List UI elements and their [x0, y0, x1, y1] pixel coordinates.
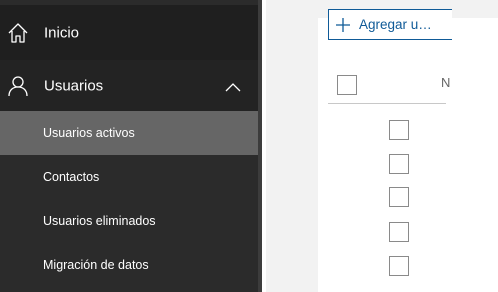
user-icon: [7, 75, 29, 97]
add-user-label: Agregar u…: [359, 17, 432, 32]
sidebar-subitem-contactos[interactable]: Contactos: [0, 155, 258, 199]
row-checkbox[interactable]: [389, 256, 409, 276]
row-checkbox[interactable]: [389, 120, 409, 140]
sidebar-subitem-label: Usuarios activos: [43, 126, 135, 140]
sidebar-subitem-usuarios-activos[interactable]: Usuarios activos: [0, 111, 258, 155]
row-checkbox[interactable]: [389, 154, 409, 174]
row-checkbox[interactable]: [389, 187, 409, 207]
add-user-button[interactable]: Agregar u…: [328, 9, 452, 40]
sidebar-subitem-migracion-de-datos[interactable]: Migración de datos: [0, 243, 258, 287]
sidebar-item-usuarios[interactable]: Usuarios: [0, 60, 258, 111]
home-icon: [7, 22, 29, 44]
column-header-name[interactable]: N: [441, 75, 450, 90]
chevron-up-icon[interactable]: [224, 80, 242, 92]
select-all-checkbox[interactable]: [337, 75, 357, 95]
sidebar-item-inicio[interactable]: Inicio: [0, 5, 258, 60]
sidebar-subitem-usuarios-eliminados[interactable]: Usuarios eliminados: [0, 199, 258, 243]
sidebar-nav: Inicio Usuarios Usuarios activos Contact…: [0, 0, 258, 292]
sidebar-subitem-label: Usuarios eliminados: [43, 214, 156, 228]
sidebar-subitem-label: Migración de datos: [43, 258, 149, 272]
sidebar-item-label: Usuarios: [44, 77, 104, 94]
main-content: Agregar u… N: [266, 0, 498, 292]
plus-icon: [329, 10, 357, 39]
sidebar-item-label: Inicio: [44, 24, 80, 41]
row-checkbox[interactable]: [389, 222, 409, 242]
sidebar-subitem-label: Contactos: [43, 170, 100, 184]
